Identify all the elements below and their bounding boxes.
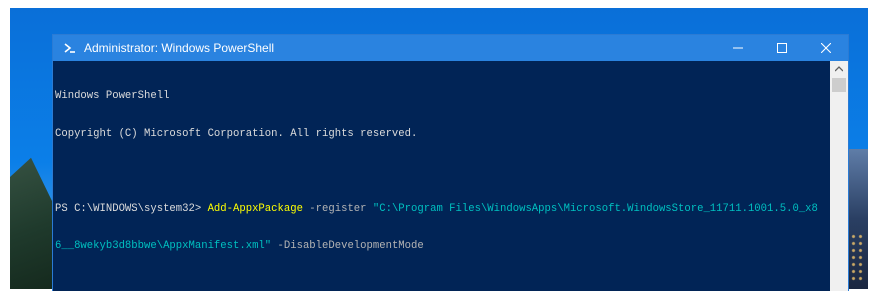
close-icon [821, 43, 831, 53]
console-register-param: -register [302, 202, 373, 215]
console-disable-dev-param: -DisableDevelopmentMode [271, 240, 424, 252]
console-path-string-cont: 6__8wekyb3d8bbwe\AppxManifest.xml" [55, 240, 272, 252]
minimize-button[interactable] [716, 35, 760, 61]
console-command-continuation: 6__8wekyb3d8bbwe\AppxManifest.xml" -Disa… [55, 240, 828, 253]
powershell-window[interactable]: Administrator: Windows PowerShell Window… [53, 35, 848, 291]
scrollbar-thumb[interactable] [832, 78, 846, 92]
vertical-scrollbar[interactable] [830, 61, 848, 291]
maximize-button[interactable] [760, 35, 804, 61]
window-controls [716, 35, 848, 61]
console-cmdlet: Add-AppxPackage [207, 202, 303, 215]
window-title: Administrator: Windows PowerShell [84, 41, 275, 55]
chevron-up-icon [835, 66, 843, 72]
maximize-icon [777, 43, 787, 53]
title-bar[interactable]: Administrator: Windows PowerShell [53, 35, 848, 61]
powershell-icon[interactable] [61, 39, 79, 57]
console-prompt: PS C:\WINDOWS\system32> [55, 202, 208, 215]
console-header-line: Windows PowerShell [55, 90, 170, 102]
console-output[interactable]: Windows PowerShell Copyright (C) Microso… [53, 61, 830, 291]
minimize-icon [733, 47, 743, 49]
close-button[interactable] [804, 35, 848, 61]
console-command-line: PS C:\WINDOWS\system32> Add-AppxPackage … [55, 203, 828, 216]
console-path-string: "C:\Program Files\WindowsApps\Microsoft.… [372, 202, 818, 215]
scroll-up-button[interactable] [830, 61, 848, 77]
console-copyright-line: Copyright (C) Microsoft Corporation. All… [55, 127, 418, 140]
